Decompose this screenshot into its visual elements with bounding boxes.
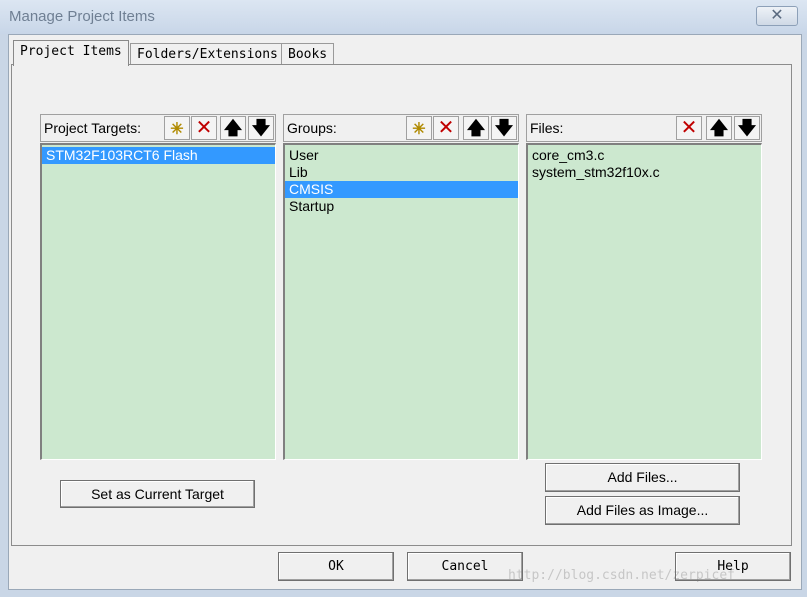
tab-label: Books [288, 47, 328, 62]
move-up-icon: 🡅 [709, 118, 729, 138]
files-move-down-button[interactable]: 🡇 [734, 116, 760, 140]
list-item[interactable]: STM32F103RCT6 Flash [42, 147, 275, 164]
move-down-icon: 🡇 [251, 118, 271, 138]
targets-header-label: Project Targets: [44, 120, 142, 136]
watermark-text: http://blog.csdn.net/zerpicef [508, 568, 735, 583]
list-item[interactable]: User [285, 147, 518, 164]
move-down-icon: 🡇 [737, 118, 757, 138]
window-title: Manage Project Items [9, 8, 155, 25]
groups-new-button[interactable]: ✳ [406, 116, 432, 140]
list-item[interactable]: system_stm32f10x.c [528, 164, 761, 181]
move-up-icon: 🡅 [466, 118, 486, 138]
delete-icon: ✕ [437, 117, 455, 139]
list-item[interactable]: CMSIS [285, 181, 518, 198]
list-item[interactable]: core_cm3.c [528, 147, 761, 164]
close-button[interactable]: ✕ [756, 6, 798, 26]
delete-icon: ✕ [195, 117, 213, 139]
groups-move-down-button[interactable]: 🡇 [491, 116, 517, 140]
targets-move-up-button[interactable]: 🡅 [220, 116, 246, 140]
groups-delete-button[interactable]: ✕ [433, 116, 459, 140]
add-files-button[interactable]: Add Files... [545, 463, 740, 492]
move-down-icon: 🡇 [494, 118, 514, 138]
tab-folders-extensions[interactable]: Folders/Extensions [130, 43, 285, 66]
tab-label: Project Items [20, 44, 122, 59]
targets-delete-button[interactable]: ✕ [191, 116, 217, 140]
files-delete-button[interactable]: ✕ [676, 116, 702, 140]
groups-header-label: Groups: [287, 120, 337, 136]
files-move-up-button[interactable]: 🡅 [706, 116, 732, 140]
delete-icon: ✕ [680, 117, 698, 139]
files-list[interactable]: core_cm3.c system_stm32f10x.c [526, 143, 762, 460]
new-item-icon: ✳ [412, 121, 426, 138]
files-header-label: Files: [530, 120, 564, 136]
move-up-icon: 🡅 [223, 118, 243, 138]
tab-label: Folders/Extensions [137, 47, 278, 62]
list-item[interactable]: Lib [285, 164, 518, 181]
tab-project-items[interactable]: Project Items [13, 40, 129, 66]
targets-new-button[interactable]: ✳ [164, 116, 190, 140]
new-item-icon: ✳ [170, 121, 184, 138]
targets-list[interactable]: STM32F103RCT6 Flash [40, 143, 276, 460]
targets-move-down-button[interactable]: 🡇 [248, 116, 274, 140]
tab-books[interactable]: Books [281, 43, 335, 66]
cancel-button[interactable]: Cancel [407, 552, 523, 581]
close-icon: ✕ [770, 7, 784, 24]
groups-list[interactable]: User Lib CMSIS Startup [283, 143, 519, 460]
ok-button[interactable]: OK [278, 552, 394, 581]
set-current-target-button[interactable]: Set as Current Target [60, 480, 255, 508]
groups-move-up-button[interactable]: 🡅 [463, 116, 489, 140]
add-files-as-image-button[interactable]: Add Files as Image... [545, 496, 740, 525]
list-item[interactable]: Startup [285, 198, 518, 215]
